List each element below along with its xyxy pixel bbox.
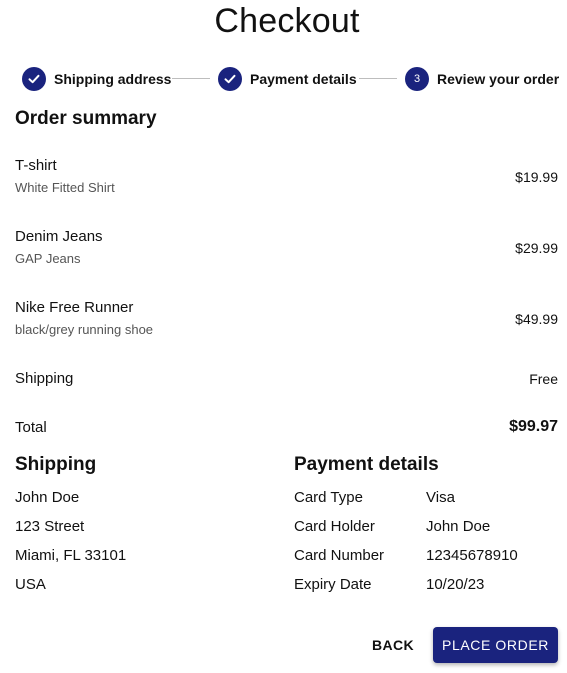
place-order-button[interactable]: PLACE ORDER [433, 627, 558, 663]
item-description: GAP Jeans [15, 251, 81, 266]
payment-row-label: Card Holder [294, 518, 375, 535]
total-value: $99.97 [509, 418, 558, 435]
step-shipping-address: Shipping address [22, 66, 171, 92]
payment-row-value: John Doe [426, 518, 491, 535]
step-number-badge: 3 [405, 67, 429, 91]
shipping-cost-label: Shipping [15, 370, 74, 387]
shipping-heading: Shipping [15, 454, 97, 475]
check-icon [218, 67, 242, 91]
shipping-name: John Doe [15, 489, 80, 506]
step-connector [172, 78, 210, 79]
payment-row-value: 12345678910 [426, 547, 518, 564]
item-name: T-shirt [15, 157, 57, 174]
item-price: $29.99 [515, 240, 558, 256]
page-title: Checkout [214, 2, 360, 40]
shipping-country: USA [15, 576, 46, 593]
item-price: $19.99 [515, 169, 558, 185]
shipping-street: 123 Street [15, 518, 85, 535]
payment-row-value: Visa [426, 489, 455, 506]
payment-row-value: 10/20/23 [426, 576, 485, 593]
step-payment-details: Payment details [218, 66, 357, 92]
item-name: Denim Jeans [15, 228, 103, 245]
shipping-cost-value: Free [529, 371, 558, 387]
item-price: $49.99 [515, 311, 558, 327]
payment-row-label: Expiry Date [294, 576, 372, 593]
shipping-city: Miami, FL 33101 [15, 547, 127, 564]
payment-row-label: Card Number [294, 547, 385, 564]
item-name: Nike Free Runner [15, 299, 134, 316]
order-summary-heading: Order summary [15, 108, 157, 129]
step-review-order: 3 Review your order [405, 66, 559, 92]
checkout-stepper: Shipping address Payment details 3 Revie… [22, 66, 562, 92]
payment-row-label: Card Type [294, 489, 363, 506]
step-connector [359, 78, 397, 79]
step-label: Shipping address [54, 71, 172, 87]
item-description: White Fitted Shirt [15, 180, 115, 195]
back-button[interactable]: BACK [362, 627, 424, 663]
item-description: black/grey running shoe [15, 322, 154, 337]
step-label: Payment details [250, 71, 357, 87]
step-number: 3 [413, 73, 421, 85]
total-label: Total [15, 419, 47, 436]
check-icon [22, 67, 46, 91]
step-label: Review your order [437, 71, 560, 87]
payment-details-heading: Payment details [294, 454, 439, 475]
